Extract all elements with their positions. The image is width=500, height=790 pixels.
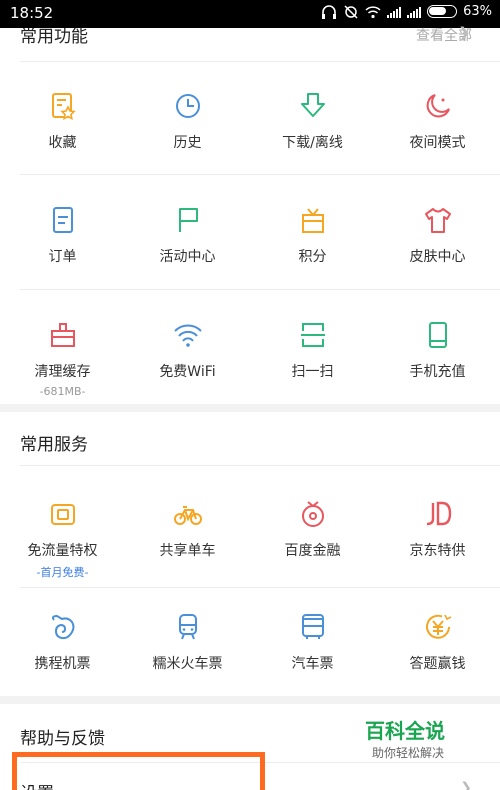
menu-item-label: 历史 — [173, 135, 202, 151]
order-icon — [52, 207, 73, 233]
menu-item-label: 皮肤中心 — [409, 249, 466, 265]
service-item-quiz[interactable]: 答题赢钱 — [375, 612, 500, 673]
service-item-label: 百度金融 — [284, 543, 341, 559]
battery-icon — [427, 5, 458, 18]
menu-item-label: 清理缓存 — [34, 364, 91, 380]
download-icon — [300, 93, 325, 117]
service-item-bus[interactable]: 汽车票 — [250, 612, 375, 673]
menu-item-history[interactable]: 历史 — [125, 91, 250, 152]
service-item-label: 京东特供 — [409, 543, 466, 559]
ctrip-icon — [51, 614, 74, 640]
menu-item-label: 手机充值 — [409, 364, 466, 380]
watermark-logo: 百科全说 — [365, 719, 445, 743]
menu-item-label: 订单 — [48, 249, 77, 265]
phone-recharge-icon — [428, 322, 447, 348]
divider — [20, 587, 500, 588]
view-all-chevron-icon[interactable]: ❯ — [458, 25, 470, 41]
service-item-label: 答题赢钱 — [409, 656, 466, 672]
favorites-icon — [51, 93, 76, 120]
service-item-train[interactable]: 糯米火车票 — [125, 612, 250, 673]
headphones-icon — [322, 4, 337, 19]
menu-item-label: 夜间模式 — [409, 135, 466, 151]
menu-item-label: 扫一扫 — [291, 364, 334, 380]
menu-item-label: 下载/离线 — [282, 135, 343, 151]
menu-item-favorites[interactable]: 收藏 — [0, 91, 125, 152]
menu-item-skin-center[interactable]: 皮肤中心 — [375, 205, 500, 266]
sim-card-icon — [50, 504, 75, 525]
service-item-label: 免流量特权 — [27, 543, 98, 559]
wifi-icon — [173, 324, 202, 347]
service-item-label: 汽车票 — [291, 656, 334, 672]
battery-percent: 63% — [463, 4, 492, 19]
highlight-box — [12, 752, 265, 790]
divider — [20, 289, 500, 290]
alarm-off-icon — [344, 4, 358, 19]
help-title: 帮助与反馈 — [20, 729, 105, 749]
scan-icon — [300, 323, 325, 347]
divider — [20, 465, 500, 466]
service-item-free-data[interactable]: 免流量特权 -首月免费- — [0, 499, 125, 580]
gift-icon — [301, 208, 324, 233]
menu-item-activity-center[interactable]: 活动中心 — [125, 205, 250, 266]
service-item-label: 携程机票 — [34, 656, 91, 672]
menu-item-orders[interactable]: 订单 — [0, 205, 125, 266]
yuan-coin-icon — [425, 614, 451, 639]
cache-size: -681MB- — [39, 385, 86, 398]
menu-item-scan[interactable]: 扫一扫 — [250, 320, 375, 381]
menu-item-clear-cache[interactable]: 清理缓存 -681MB- — [0, 320, 125, 398]
bicycle-icon — [173, 506, 202, 525]
finance-icon — [301, 501, 324, 527]
menu-item-label: 收藏 — [48, 135, 77, 151]
service-item-label: 共享单车 — [159, 543, 216, 559]
service-item-ctrip[interactable]: 携程机票 — [0, 612, 125, 673]
tshirt-icon — [424, 208, 451, 233]
first-month-free-badge: -首月免费- — [36, 566, 89, 579]
signal-icon — [387, 6, 402, 18]
divider — [20, 61, 500, 62]
service-item-jd[interactable]: 京东特供 — [375, 499, 500, 560]
menu-item-label: 积分 — [298, 249, 327, 265]
divider — [20, 174, 500, 175]
common-services-title: 常用服务 — [20, 435, 88, 455]
train-icon — [178, 614, 197, 640]
chevron-right-icon[interactable]: ❯ — [460, 780, 472, 790]
menu-item-points[interactable]: 积分 — [250, 205, 375, 266]
watermark-subtitle: 助你轻松解决 — [372, 746, 445, 760]
wifi-status-icon — [365, 5, 381, 18]
common-services-card: 常用服务 免流量特权 -首月免费- 共享单车 百度金融 京东特供 携程机票 糯米… — [0, 412, 500, 696]
clock-icon — [175, 94, 200, 118]
menu-item-night-mode[interactable]: 夜间模式 — [375, 91, 500, 152]
moon-icon — [426, 94, 450, 118]
menu-item-phone-recharge[interactable]: 手机充值 — [375, 320, 500, 381]
menu-item-free-wifi[interactable]: 免费WiFi — [125, 320, 250, 381]
status-time: 18:52 — [10, 4, 54, 22]
cleanup-icon — [50, 323, 75, 347]
service-item-baidu-finance[interactable]: 百度金融 — [250, 499, 375, 560]
bus-icon — [301, 614, 324, 639]
menu-item-label: 活动中心 — [159, 249, 216, 265]
common-functions-title: 常用功能 — [20, 27, 88, 47]
service-item-shared-bike[interactable]: 共享单车 — [125, 499, 250, 560]
flag-icon — [178, 208, 198, 232]
service-item-label: 糯米火车票 — [152, 656, 223, 672]
menu-item-label: 免费WiFi — [159, 364, 216, 380]
jd-icon — [426, 501, 451, 526]
menu-item-download[interactable]: 下载/离线 — [250, 91, 375, 152]
signal-icon-2 — [407, 6, 422, 18]
common-functions-card: 常用功能 查看全部 ❯ 收藏 历史 下载/离线 夜间模式 订单 活动中心 积分 … — [0, 25, 500, 404]
